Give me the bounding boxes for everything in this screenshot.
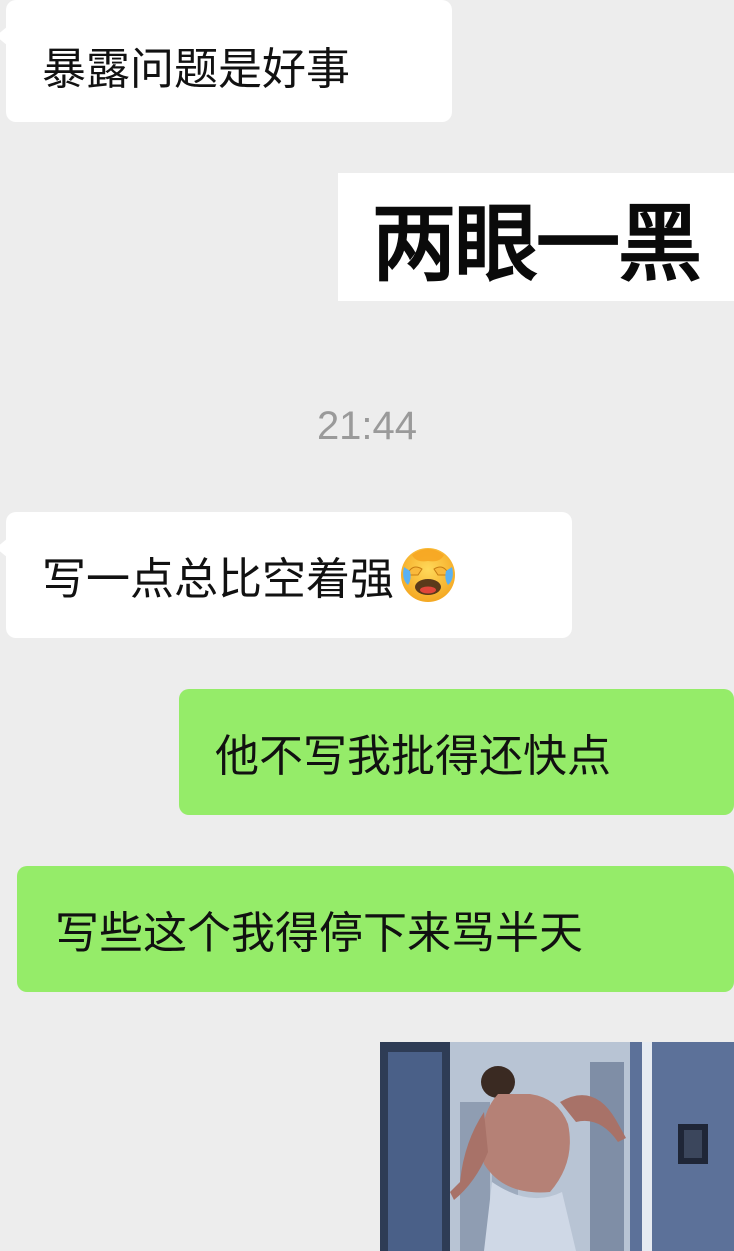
incoming-message-bubble[interactable]: 暴露问题是好事 [0,0,452,122]
message-text: 暴露问题是好事 [42,44,350,95]
outgoing-message-bubble[interactable]: 他不写我批得还快点 [179,689,734,815]
message-timestamp: 21:44 [316,404,418,448]
message-text: 他不写我批得还快点 [215,731,611,782]
incoming-message-bubble[interactable]: 写一点总比空着强 [0,512,572,638]
gif-sticker-illustration [380,1042,734,1251]
outgoing-message-bubble[interactable]: 写些这个我得停下来骂半天 [17,866,734,992]
message-text: 写些这个我得停下来骂半天 [55,908,583,959]
text-sticker-image[interactable]: 两眼一黑 [338,173,734,301]
face-with-tears-of-joy-icon [398,545,458,605]
gif-sticker-image[interactable] [380,1042,734,1251]
message-text: 写一点总比空着强 [42,554,394,605]
chat-view: 暴露问题是好事 两眼一黑 21:44 写一点总比空着强 他不写我批得还快点 写些… [0,0,734,1251]
sticker-text: 两眼一黑 [371,194,702,293]
